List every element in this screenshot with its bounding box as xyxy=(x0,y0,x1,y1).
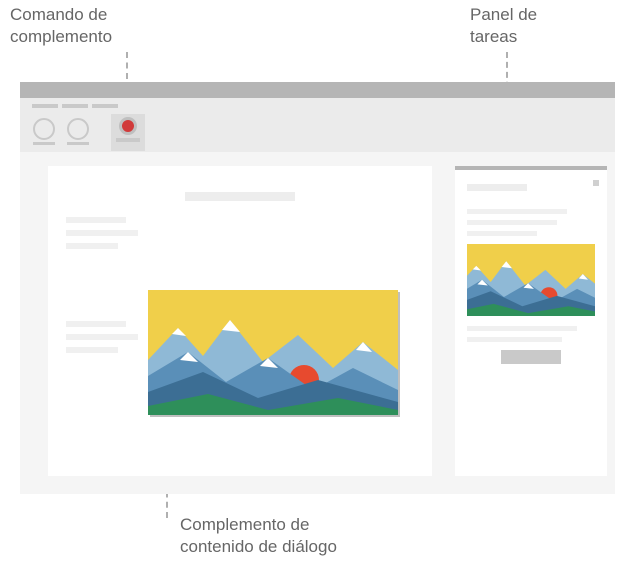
close-icon[interactable] xyxy=(593,180,599,186)
label-task-pane: Panel de tareas xyxy=(470,4,537,48)
landscape-illustration xyxy=(148,290,398,415)
ribbon xyxy=(20,98,615,152)
app-window xyxy=(20,82,615,494)
content-addin[interactable] xyxy=(148,290,398,415)
addin-command-button[interactable] xyxy=(111,114,145,151)
window-titlebar xyxy=(20,82,615,98)
taskpane-title xyxy=(467,184,527,191)
ribbon-command[interactable] xyxy=(64,118,92,145)
taskpane-action-button[interactable] xyxy=(501,350,561,364)
label-content-dialog: Complemento de contenido de diálogo xyxy=(180,514,337,558)
task-pane[interactable] xyxy=(455,166,607,476)
ribbon-command[interactable] xyxy=(30,118,58,145)
taskpane-hero xyxy=(467,244,595,316)
ribbon-tabs xyxy=(32,104,118,108)
label-addin-command: Comando de complemento xyxy=(10,4,112,48)
addin-command-icon xyxy=(119,117,137,135)
